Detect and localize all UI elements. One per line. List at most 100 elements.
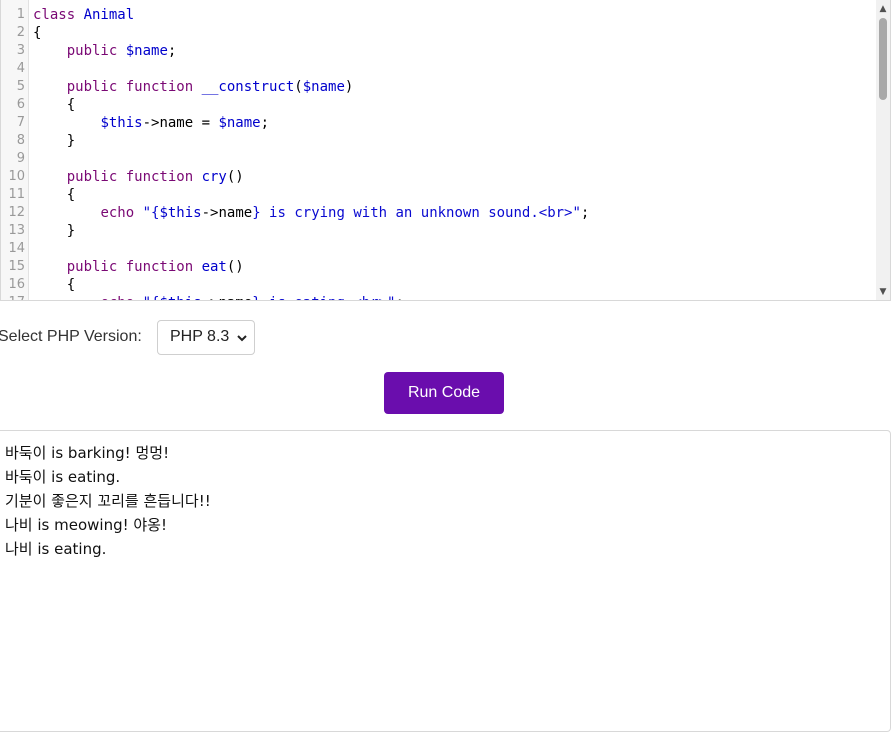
line-number: 6	[16, 97, 25, 112]
code-line[interactable]: 1 class Animal	[1, 6, 878, 24]
code-token: class	[33, 7, 84, 23]
code-line[interactable]: 3 public $name;	[1, 42, 878, 60]
output-line: 기분이 좋은지 꼬리를 흔듭니다!!	[5, 492, 211, 510]
code-token: public function	[66, 259, 202, 275]
run-code-button[interactable]: Run Code	[384, 372, 504, 414]
code-text: class Animal	[33, 6, 134, 24]
output-line: 바둑이 is eating.	[5, 468, 121, 486]
code-text: {	[33, 24, 41, 42]
code-token: $name	[218, 115, 261, 131]
line-number: 3	[16, 43, 25, 58]
code-token: echo	[100, 205, 143, 221]
code-token: ()	[226, 259, 244, 275]
line-number: 15	[8, 259, 25, 274]
code-token: {	[33, 277, 76, 293]
code-token: $name	[302, 79, 345, 95]
code-text: public function __construct($name)	[33, 78, 354, 96]
code-token: $this	[159, 205, 202, 221]
code-line[interactable]: 16 {	[1, 276, 878, 294]
line-number: 12	[8, 205, 25, 220]
output-line: 바둑이 is barking! 멍멍!	[5, 444, 170, 462]
code-token: "{	[143, 295, 160, 300]
code-token: $this	[100, 115, 143, 131]
code-token: echo	[100, 295, 142, 300]
code-text: }	[33, 222, 75, 240]
code-token: cry	[201, 169, 227, 185]
output-lines: 바둑이 is barking! 멍멍! 바둑이 is eating. 기분이 좋은지…	[5, 441, 211, 561]
line-number: 11	[8, 187, 25, 202]
code-line[interactable]: 9	[1, 150, 878, 168]
code-line[interactable]: 5 public function __construct($name)	[1, 78, 878, 96]
code-line[interactable]: 13 }	[1, 222, 878, 240]
line-number: 8	[16, 133, 25, 148]
code-line[interactable]: 2{	[1, 24, 878, 42]
code-token: ->name =	[142, 115, 219, 131]
scroll-down-arrow-icon[interactable]: ▼	[876, 285, 890, 299]
code-token: ->name	[201, 205, 253, 221]
line-number: 14	[8, 241, 25, 256]
line-number: 2	[16, 25, 25, 40]
code-text: {	[33, 186, 75, 204]
code-token: {	[33, 25, 42, 41]
code-text: public $name;	[33, 42, 177, 60]
code-token: }	[33, 223, 76, 239]
code-token: "{	[142, 205, 160, 221]
code-line[interactable]: 12 echo "{$this->name} is crying with an…	[1, 204, 878, 222]
code-line[interactable]: 11 {	[1, 186, 878, 204]
code-line[interactable]: 10 public function cry()	[1, 168, 878, 186]
code-text: }	[33, 132, 75, 150]
code-token: ;	[260, 115, 270, 131]
code-text: $this->name = $name;	[33, 114, 269, 132]
code-text: {	[33, 96, 75, 114]
code-token: )	[344, 79, 354, 95]
code-text: public function eat()	[33, 258, 244, 276]
code-line[interactable]: 4	[1, 60, 878, 78]
code-token: ()	[226, 169, 244, 185]
code-token: }	[33, 133, 76, 149]
code-token: {	[33, 187, 76, 203]
code-lines[interactable]: 1 class Animal 2{3 public $name; 4 5 public …	[1, 6, 878, 300]
code-editor[interactable]: 1 class Animal 2{3 public $name; 4 5 public …	[0, 0, 891, 301]
line-number: 17	[1, 294, 25, 300]
code-line[interactable]: 7 $this->name = $name;	[1, 114, 878, 132]
line-number: 7	[16, 115, 25, 130]
scrollbar-thumb[interactable]	[879, 18, 887, 100]
code-token: ;	[395, 295, 403, 300]
code-token: (	[294, 79, 303, 95]
output-panel: 바둑이 is barking! 멍멍! 바둑이 is eating. 기분이 좋은지…	[0, 430, 891, 732]
line-number: 10	[8, 169, 25, 184]
chevron-down-icon	[237, 335, 247, 342]
code-line[interactable]: 14	[1, 240, 878, 258]
php-version-select[interactable]: PHP 8.3	[157, 320, 255, 355]
code-line[interactable]: 6 {	[1, 96, 878, 114]
editor-scrollbar[interactable]: ▲ ▼	[876, 0, 890, 300]
line-number: 16	[8, 277, 25, 292]
scroll-up-arrow-icon[interactable]: ▲	[876, 2, 890, 16]
code-token: public function	[66, 169, 202, 185]
code-token: Animal	[83, 7, 135, 23]
code-token: public function	[66, 79, 202, 95]
code-text: {	[33, 276, 75, 294]
code-line[interactable]: 8 }	[1, 132, 878, 150]
code-token: ;	[580, 205, 590, 221]
code-token: public	[66, 43, 126, 59]
code-token: ->name	[202, 295, 253, 300]
code-text: echo "{$this->name} is eating.<br>";	[33, 294, 403, 300]
code-token: ;	[167, 43, 177, 59]
code-token: eat	[201, 259, 227, 275]
php-version-selected-value: PHP 8.3	[170, 328, 230, 345]
code-text: echo "{$this->name} is crying with an un…	[33, 204, 589, 222]
line-number: 9	[16, 151, 25, 166]
code-token: } is crying with an unknown sound.<br>"	[252, 205, 581, 221]
code-line[interactable]: 15 public function eat()	[1, 258, 878, 276]
code-token: __construct	[201, 79, 295, 95]
code-token: $name	[125, 43, 168, 59]
code-line[interactable]: 17 echo "{$this->name} is eating.<br>";	[1, 294, 878, 300]
line-number: 4	[16, 61, 25, 76]
line-number: 5	[16, 79, 25, 94]
